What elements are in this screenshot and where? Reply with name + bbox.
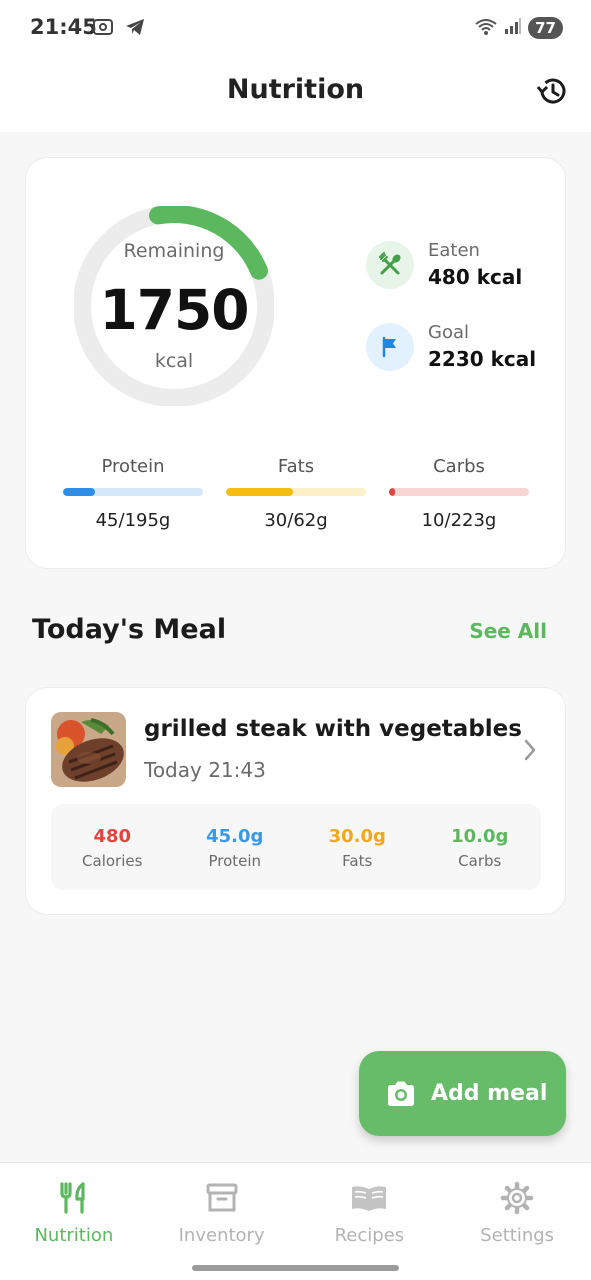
- app-header: Nutrition: [0, 56, 591, 132]
- meal-stat-label: Calories: [82, 852, 143, 870]
- nav-item-inventory[interactable]: Inventory: [148, 1163, 296, 1280]
- goal-stat: Goal 2230 kcal: [366, 322, 536, 371]
- meal-nutrition-summary: 480 Calories 45.0g Protein 30.0g Fats 10…: [51, 804, 541, 890]
- meal-stat-value: 30.0g: [328, 826, 386, 847]
- nav-item-settings[interactable]: Settings: [443, 1163, 591, 1280]
- meal-stat-calories: 480 Calories: [51, 804, 174, 890]
- section-title: Today's Meal: [32, 614, 227, 645]
- eaten-label: Eaten: [428, 240, 480, 261]
- flag-icon: [382, 336, 396, 357]
- macro-name: Carbs: [433, 456, 485, 477]
- meal-stat-fats: 30.0g Fats: [296, 804, 419, 890]
- open-book-icon: [352, 1186, 387, 1211]
- macro-amount: 45/195g: [95, 510, 171, 531]
- nav-item-nutrition[interactable]: Nutrition: [0, 1163, 148, 1280]
- goal-icon-badge: [366, 322, 414, 371]
- remaining-label: Remaining: [123, 240, 225, 262]
- screenshot-icon: [92, 17, 114, 41]
- signal-icon: [504, 17, 522, 39]
- remaining-unit: kcal: [154, 350, 194, 372]
- home-indicator: [192, 1265, 399, 1271]
- fork-spoon-icon: [379, 251, 401, 274]
- goal-value: 2230 kcal: [428, 347, 537, 371]
- meal-stat-value: 45.0g: [206, 826, 264, 847]
- nav-label: Recipes: [334, 1225, 405, 1246]
- telegram-icon: [124, 17, 146, 41]
- eaten-value: 480 kcal: [428, 265, 523, 289]
- macro-name: Protein: [101, 456, 165, 477]
- chevron-right-icon: [523, 738, 537, 766]
- history-button[interactable]: [533, 72, 571, 110]
- eaten-stat: Eaten 480 kcal: [366, 240, 522, 289]
- nav-label: Inventory: [178, 1225, 265, 1246]
- macro-fill: [389, 488, 396, 496]
- eaten-icon-badge: [366, 240, 414, 289]
- page-title: Nutrition: [226, 74, 365, 105]
- camera-icon: [388, 1081, 414, 1106]
- status-icons-left: [92, 17, 146, 41]
- macro-fill: [226, 488, 294, 496]
- goal-label: Goal: [428, 322, 469, 343]
- meal-thumbnail: [51, 712, 126, 787]
- status-bar: 21:45 77: [0, 0, 591, 56]
- gear-icon: [500, 1181, 534, 1215]
- macro-amount: 30/62g: [264, 510, 328, 531]
- status-time: 21:45: [30, 15, 97, 39]
- meal-stat-protein: 45.0g Protein: [174, 804, 297, 890]
- meal-stat-label: Carbs: [458, 852, 502, 870]
- macro-fill: [63, 488, 96, 496]
- meal-card[interactable]: grilled steak with vegetables Today 21:4…: [25, 687, 566, 915]
- archive-box-icon: [206, 1183, 238, 1212]
- add-meal-label: Add meal: [431, 1081, 548, 1106]
- nav-label: Nutrition: [34, 1225, 114, 1246]
- wifi-icon: [474, 16, 498, 40]
- battery-indicator: 77: [528, 17, 563, 39]
- meal-stat-label: Protein: [208, 852, 262, 870]
- meal-stat-carbs: 10.0g Carbs: [419, 804, 542, 890]
- macro-track: [226, 488, 366, 496]
- nav-item-recipes[interactable]: Recipes: [296, 1163, 444, 1280]
- add-meal-button[interactable]: Add meal: [359, 1051, 566, 1136]
- meal-stat-label: Fats: [342, 852, 373, 870]
- macro-amount: 10/223g: [421, 510, 497, 531]
- remaining-value: 1750: [99, 278, 249, 342]
- meal-time: Today 21:43: [144, 758, 266, 782]
- macro-name: Fats: [277, 456, 315, 477]
- history-icon: [536, 78, 566, 104]
- macro-track: [63, 488, 203, 496]
- meal-stat-value: 10.0g: [451, 826, 509, 847]
- meal-stat-value: 480: [93, 826, 132, 847]
- macro-track: [389, 488, 529, 496]
- macro-protein: Protein 45/195g: [63, 456, 203, 531]
- calorie-summary-card: Remaining 1750 kcal Eaten 480 kcal Goal …: [25, 157, 566, 569]
- meal-name: grilled steak with vegetables: [144, 716, 522, 742]
- status-icons-right: 77: [474, 16, 563, 40]
- see-all-link[interactable]: See All: [469, 619, 547, 643]
- nav-label: Settings: [480, 1225, 555, 1246]
- macro-carbs: Carbs 10/223g: [389, 456, 529, 531]
- fork-knife-icon: [60, 1182, 85, 1214]
- bottom-navigation: Nutrition Inventory Recipes Settings: [0, 1162, 591, 1280]
- macro-fats: Fats 30/62g: [226, 456, 366, 531]
